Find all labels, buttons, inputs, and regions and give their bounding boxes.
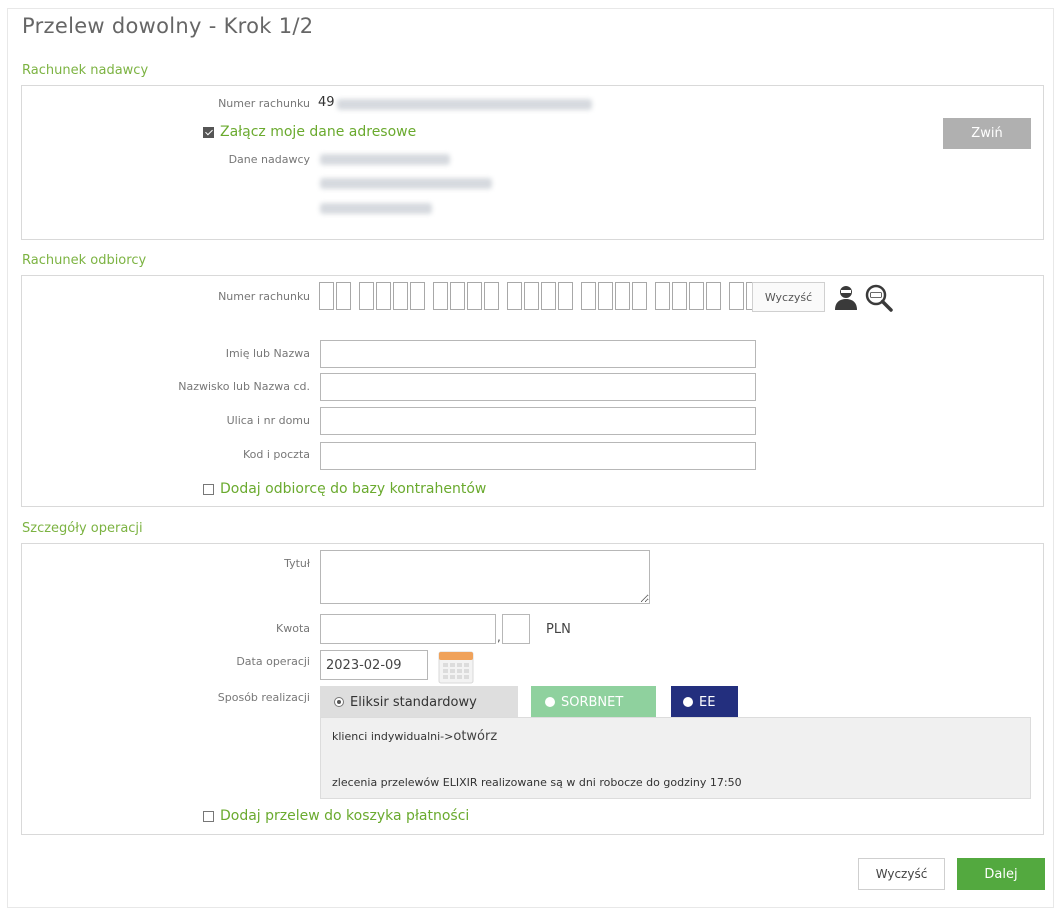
sender-city-redacted: [320, 203, 432, 214]
attach-address-label: Załącz moje dane adresowe: [220, 124, 417, 140]
account-digit[interactable]: [359, 282, 374, 310]
currency-label: PLN: [546, 622, 571, 637]
account-digit[interactable]: [507, 282, 522, 310]
add-basket-option[interactable]: Dodaj przelew do koszyka płatności: [203, 808, 469, 824]
recipient-postal-label: Kod i poczta: [242, 448, 310, 461]
sender-name-redacted: [320, 154, 450, 165]
recipient-street-input[interactable]: [320, 407, 756, 435]
recipient-surname-input[interactable]: [320, 373, 756, 401]
collapse-button[interactable]: Zwiń: [943, 118, 1031, 149]
recipient-street-label: Ulica i nr domu: [226, 414, 310, 427]
add-basket-label: Dodaj przelew do koszyka płatności: [220, 808, 470, 824]
date-label: Data operacji: [236, 655, 310, 668]
mode-option-sorbnet[interactable]: SORBNET: [531, 686, 656, 718]
account-digit[interactable]: [598, 282, 613, 310]
account-digit[interactable]: [615, 282, 630, 310]
account-digit[interactable]: [484, 282, 499, 310]
sender-account-label: Numer rachunku: [218, 97, 310, 110]
details-section-title: Szczegóły operacji: [22, 521, 143, 536]
account-digit[interactable]: [393, 282, 408, 310]
account-digit[interactable]: [450, 282, 465, 310]
add-contractor-label: Dodaj odbiorcę do bazy kontrahentów: [220, 481, 487, 497]
recipient-account-label: Numer rachunku: [218, 290, 310, 303]
sorbnet-radio[interactable]: [545, 697, 555, 707]
info-line-2: zlecenia przelewów ELIXIR realizowane są…: [332, 776, 742, 789]
account-digit-group-3[interactable]: [433, 282, 501, 310]
amount-cents-input[interactable]: [502, 614, 530, 644]
info-line-1: klienci indywidualni->otwórz: [332, 729, 497, 744]
sender-account-prefix: 49: [318, 95, 335, 110]
recipient-section-title: Rachunek odbiorcy: [22, 253, 147, 268]
mode-option-eliksir[interactable]: Eliksir standardowy: [320, 686, 518, 718]
next-button[interactable]: Dalej: [957, 858, 1045, 890]
account-digit-group-2[interactable]: [359, 282, 427, 310]
vat-search-icon[interactable]: [864, 283, 894, 313]
sender-section-title: Rachunek nadawcy: [22, 63, 149, 78]
account-digit[interactable]: [524, 282, 539, 310]
footer-clear-button[interactable]: Wyczyść: [858, 858, 945, 890]
account-digit[interactable]: [433, 282, 448, 310]
sender-data-label: Dane nadawcy: [228, 153, 310, 166]
account-digit-group-6[interactable]: [655, 282, 723, 310]
mode-label: Sposób realizacji: [217, 691, 310, 704]
mode-option-label: Eliksir standardowy: [350, 694, 477, 710]
info-open-link[interactable]: otwórz: [453, 729, 497, 744]
attach-address-option[interactable]: Załącz moje dane adresowe: [203, 124, 416, 140]
attach-address-checkbox[interactable]: [203, 126, 214, 138]
account-digit[interactable]: [336, 282, 351, 310]
account-digit[interactable]: [729, 282, 744, 310]
info-line-1-prefix: klienci indywidualni->: [332, 730, 454, 743]
add-contractor-checkbox[interactable]: [203, 483, 214, 495]
account-digit[interactable]: [581, 282, 596, 310]
account-digit[interactable]: [632, 282, 647, 310]
account-digit[interactable]: [410, 282, 425, 310]
date-input[interactable]: [320, 650, 428, 680]
recipient-name-input[interactable]: [320, 340, 756, 368]
account-digit[interactable]: [655, 282, 670, 310]
ee-radio[interactable]: [683, 697, 693, 707]
sender-street-redacted: [320, 178, 492, 189]
mode-option-label: EE: [699, 694, 716, 710]
account-digit-group-5[interactable]: [581, 282, 649, 310]
account-digit[interactable]: [467, 282, 482, 310]
account-digit[interactable]: [689, 282, 704, 310]
amount-label: Kwota: [276, 622, 310, 635]
account-digit[interactable]: [672, 282, 687, 310]
account-digit-group-1[interactable]: [319, 282, 353, 310]
account-digit[interactable]: [319, 282, 334, 310]
add-basket-checkbox[interactable]: [203, 810, 214, 822]
account-digit[interactable]: [558, 282, 573, 310]
amount-input[interactable]: [320, 614, 496, 644]
add-contractor-option[interactable]: Dodaj odbiorcę do bazy kontrahentów: [203, 481, 486, 497]
recipient-surname-label: Nazwisko lub Nazwa cd.: [178, 380, 310, 393]
title-label: Tytuł: [284, 557, 310, 570]
account-digit-group-4[interactable]: [507, 282, 575, 310]
mode-option-label: SORBNET: [561, 694, 624, 710]
recipient-name-label: Imię lub Nazwa: [225, 347, 310, 360]
recipient-account-number-input[interactable]: [319, 282, 797, 310]
account-digit[interactable]: [541, 282, 556, 310]
page-title: Przelew dowolny - Krok 1/2: [22, 14, 314, 38]
eliksir-radio[interactable]: [334, 697, 344, 707]
decimal-comma: ,: [497, 630, 501, 644]
mode-option-ee[interactable]: EE: [671, 686, 738, 718]
person-icon[interactable]: [832, 284, 860, 312]
calendar-icon[interactable]: [438, 650, 474, 684]
recipient-clear-button[interactable]: Wyczyść: [752, 282, 825, 312]
recipient-postal-input[interactable]: [320, 442, 756, 470]
title-textarea[interactable]: [320, 550, 650, 604]
account-digit[interactable]: [706, 282, 721, 310]
sender-account-number-redacted: [337, 99, 592, 110]
account-digit[interactable]: [376, 282, 391, 310]
